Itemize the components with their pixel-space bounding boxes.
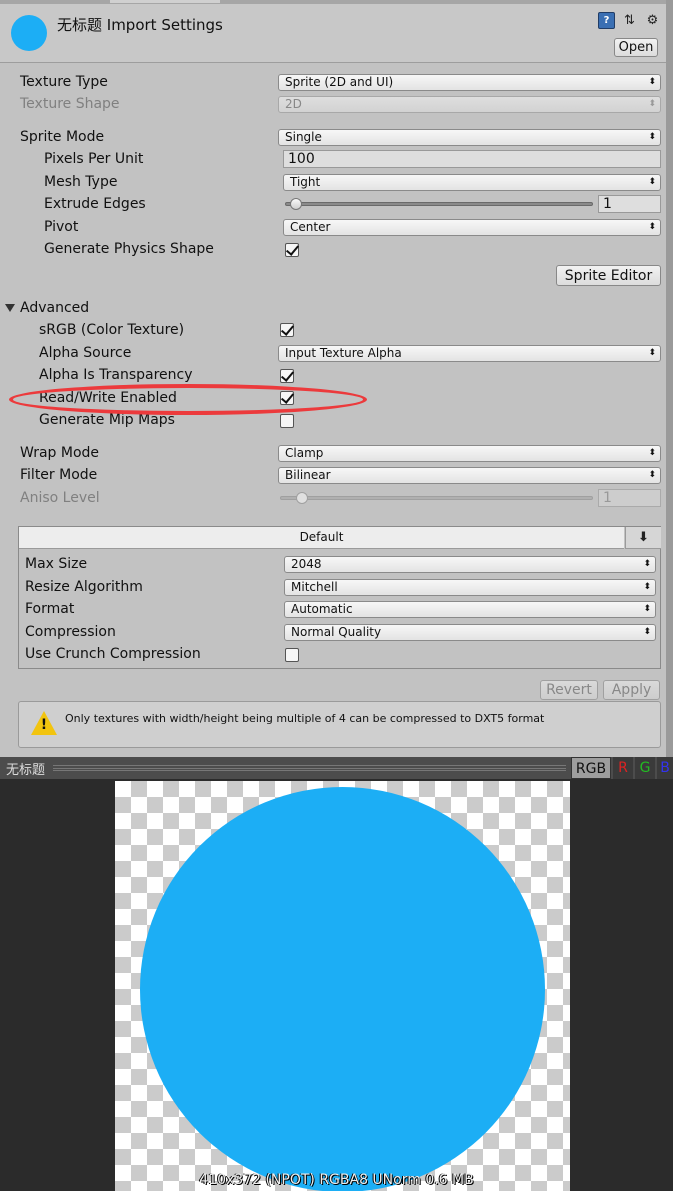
wrap-mode-dropdown[interactable]: Clamp ⬍ [278,445,661,462]
settings-sliders-icon[interactable]: ⇅ [621,12,638,29]
header-divider [0,62,666,63]
scrollbar[interactable] [666,0,673,757]
open-button[interactable]: Open [614,38,658,57]
max-size-dropdown[interactable]: 2048 ⬍ [284,556,656,573]
pivot-dropdown[interactable]: Center ⬍ [283,219,661,236]
mesh-type-dropdown[interactable]: Tight ⬍ [283,174,661,191]
extrude-edges-label: Extrude Edges [44,196,146,212]
inspector-header: 无标题 Import Settings ? ⇅ ⚙ Open [0,4,666,62]
aniso-level-slider-thumb [296,492,308,504]
filter-mode-dropdown[interactable]: Bilinear ⬍ [278,467,661,484]
dropdown-arrows-icon: ⬍ [648,222,656,232]
compression-dropdown[interactable]: Normal Quality ⬍ [284,624,656,641]
preview-asset-name: 无标题 [6,763,46,778]
tab-default-platform[interactable]: Default [19,527,624,549]
texture-type-dropdown[interactable]: Sprite (2D and UI) ⬍ [278,74,661,91]
aniso-level-label: Aniso Level [20,490,100,506]
dropdown-arrows-icon: ⬍ [648,177,656,187]
highlight-annotation-ellipse [9,384,367,415]
download-icon: ⬇ [638,530,649,545]
generate-physics-shape-checkbox[interactable] [285,243,299,257]
alpha-source-label: Alpha Source [39,345,132,361]
aniso-level-field: 1 [598,489,661,507]
texture-shape-dropdown: 2D ⬍ [278,96,661,113]
generate-mip-maps-checkbox[interactable] [280,414,294,428]
inspector-title: 无标题 Import Settings [57,16,223,34]
dropdown-arrows-icon: ⬍ [648,99,656,109]
channel-g-button[interactable]: G [635,757,655,779]
dropdown-arrows-icon: ⬍ [648,470,656,480]
gear-icon[interactable]: ⚙ [644,12,661,29]
extrude-edges-slider[interactable] [285,202,593,206]
advanced-foldout-label[interactable]: Advanced [20,299,89,317]
pixels-per-unit-label: Pixels Per Unit [44,151,144,167]
srgb-checkbox[interactable] [280,323,294,337]
resize-algorithm-label: Resize Algorithm [25,579,143,595]
generate-physics-shape-label: Generate Physics Shape [44,241,214,257]
warning-message: Only textures with width/height being mu… [65,712,545,725]
dropdown-arrows-icon: ⬍ [643,604,651,614]
dropdown-arrows-icon: ⬍ [643,627,651,637]
resize-algorithm-dropdown[interactable]: Mitchell ⬍ [284,579,656,596]
platform-download-button[interactable]: ⬇ [625,527,661,549]
channel-rgb-button[interactable]: RGB [571,757,611,779]
revert-button[interactable]: Revert [540,680,598,700]
pivot-label: Pivot [44,219,79,235]
channel-r-button[interactable]: R [613,757,633,779]
advanced-foldout-arrow-icon[interactable] [5,304,15,312]
mesh-type-label: Mesh Type [44,174,118,190]
sprite-editor-button[interactable]: Sprite Editor [556,265,661,286]
channel-b-button[interactable]: B [657,757,673,779]
warning-helpbox: ! Only textures with width/height being … [18,701,661,748]
preview-toolbar: 无标题 RGB R G B [0,757,673,779]
sprite-preview-circle [140,787,545,1191]
format-dropdown[interactable]: Automatic ⬍ [284,601,656,618]
tab-hint [110,0,220,3]
alpha-source-dropdown[interactable]: Input Texture Alpha ⬍ [278,345,661,362]
pixels-per-unit-field[interactable]: 100 [283,150,661,168]
crunch-compression-label: Use Crunch Compression [25,646,201,662]
texture-shape-label: Texture Shape [20,96,120,112]
apply-button[interactable]: Apply [603,680,660,700]
sprite-mode-dropdown[interactable]: Single ⬍ [278,129,661,146]
dropdown-arrows-icon: ⬍ [648,448,656,458]
warning-exclamation: ! [40,717,48,733]
help-book-icon[interactable]: ? [598,12,615,29]
format-label: Format [25,601,75,617]
texture-preview: 410x372 (NPOT) RGBA8 UNorm 0.6 MB [0,779,673,1191]
alpha-is-transparency-checkbox[interactable] [280,369,294,383]
asset-thumbnail [11,15,47,51]
alpha-is-transparency-label: Alpha Is Transparency [39,367,193,383]
dropdown-arrows-icon: ⬍ [643,559,651,569]
compression-label: Compression [25,624,116,640]
dropdown-arrows-icon: ⬍ [643,582,651,592]
wrap-mode-label: Wrap Mode [20,445,100,461]
extrude-edges-field[interactable]: 1 [598,195,661,213]
dropdown-arrows-icon: ⬍ [648,348,656,358]
sprite-mode-label: Sprite Mode [20,129,105,145]
max-size-label: Max Size [25,556,88,572]
dropdown-arrows-icon: ⬍ [648,132,656,142]
texture-type-label: Texture Type [20,74,108,90]
dropdown-arrows-icon: ⬍ [648,77,656,87]
texture-info-text: 410x372 (NPOT) RGBA8 UNorm 0.6 MB [199,1172,474,1188]
crunch-compression-checkbox[interactable] [285,648,299,662]
preview-drag-handle[interactable] [53,765,566,771]
platform-settings-panel: Default ⬇ Max Size 2048 ⬍ Resize Algorith… [18,526,661,669]
aniso-level-slider [280,496,593,500]
srgb-label: sRGB (Color Texture) [39,322,185,338]
extrude-edges-slider-thumb[interactable] [290,198,302,210]
filter-mode-label: Filter Mode [20,467,98,483]
